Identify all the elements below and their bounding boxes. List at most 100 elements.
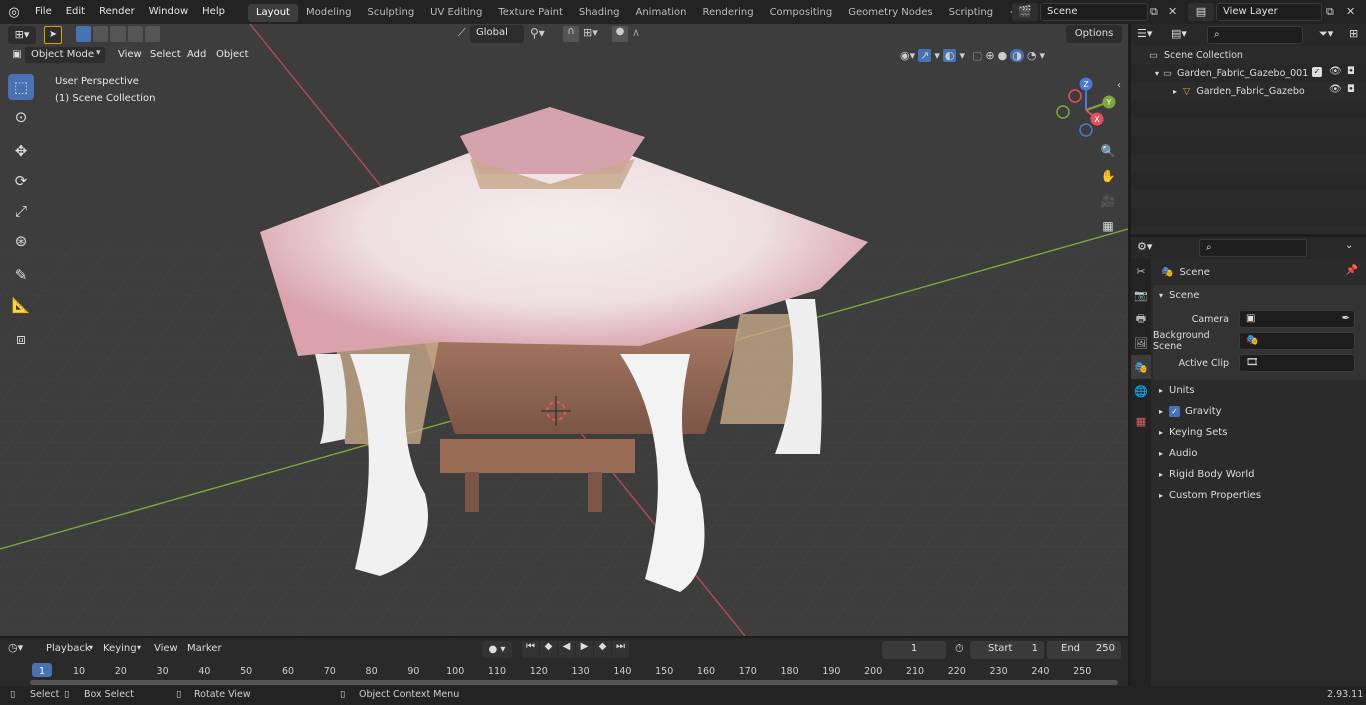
select-tool-icon[interactable]: ➤ — [44, 26, 62, 44]
sidebar-toggle-icon[interactable]: ‹ — [1117, 80, 1121, 91]
rendered-shading-icon[interactable]: ◔ — [1027, 49, 1037, 62]
background-scene-field[interactable]: 🎭 — [1239, 332, 1355, 350]
timeline-editor-type-icon[interactable]: ◷▾ — [8, 641, 23, 654]
scale-tool-icon[interactable]: ⤢ — [8, 198, 34, 224]
outliner-row-gazebo-collection[interactable]: ▾ ▭ Garden_Fabric_Gazebo_001 ✓ 👁 ◘ — [1131, 64, 1366, 82]
pivot-point-icon[interactable]: ⚲▾ — [530, 26, 545, 40]
custom-properties-panel[interactable]: ▸ Custom Properties — [1153, 485, 1366, 506]
tab-modeling[interactable]: Modeling — [298, 4, 360, 22]
keying-sets-panel[interactable]: ▸ Keying Sets — [1153, 422, 1366, 443]
visibility-icon[interactable]: ◉▾ — [900, 49, 915, 62]
play-icon[interactable]: ▶ — [576, 641, 593, 658]
properties-editor-type-icon[interactable]: ⚙▾ — [1137, 240, 1152, 253]
snap-target-icon[interactable]: ⊞▾ — [583, 26, 598, 39]
select-intersect-icon[interactable] — [144, 26, 161, 42]
tab-geometry-nodes[interactable]: Geometry Nodes — [840, 4, 940, 22]
gravity-panel[interactable]: ▸ ✓ Gravity — [1153, 401, 1366, 422]
menu-file[interactable]: File — [28, 0, 59, 24]
proportional-edit-icon[interactable]: ● — [612, 26, 628, 42]
view-layer-selector[interactable]: ▤ — [1188, 3, 1214, 21]
tab-scripting[interactable]: Scripting — [941, 4, 1001, 22]
texture-tab-icon[interactable]: ▦ — [1131, 409, 1151, 433]
move-tool-icon[interactable]: ✥ — [8, 138, 34, 164]
overlay-toggle-icon[interactable]: ◐ — [942, 48, 957, 62]
tab-sculpting[interactable]: Sculpting — [359, 4, 422, 22]
select-set-icon[interactable] — [76, 26, 92, 42]
jump-start-icon[interactable]: ⏮ — [522, 641, 539, 658]
measure-tool-icon[interactable]: 📐 — [8, 292, 34, 318]
blender-logo-icon[interactable]: ◎ — [0, 5, 28, 20]
object-visibility-eye-icon[interactable]: 👁 — [1329, 84, 1342, 95]
select-box-tool-icon[interactable]: ⬚ — [8, 74, 34, 100]
next-keyframe-icon[interactable]: ◆ — [594, 641, 611, 658]
select-subtract-icon[interactable] — [110, 26, 126, 42]
timeline[interactable]: ◷▾ Playback ▾ Keying ▾ View Marker ● ▾ ⏮… — [0, 638, 1128, 686]
rotate-tool-icon[interactable]: ⟳ — [8, 168, 34, 194]
outliner-row-gazebo-object[interactable]: ▸ ▽ Garden_Fabric_Gazebo 👁 ◘ — [1131, 82, 1366, 100]
view-layer-remove-icon[interactable]: ✕ — [1346, 3, 1360, 21]
scene-remove-icon[interactable]: ✕ — [1168, 3, 1182, 21]
outliner-search-input[interactable]: ⌕ — [1207, 26, 1303, 44]
current-frame-field[interactable]: 1 — [882, 641, 946, 659]
menu-object[interactable]: Object — [216, 49, 249, 60]
menu-window[interactable]: Window — [142, 0, 195, 24]
tab-compositing[interactable]: Compositing — [762, 4, 841, 22]
menu-select[interactable]: Select — [150, 49, 181, 60]
xray-toggle-icon[interactable]: ▢ — [972, 49, 982, 62]
properties-options-icon[interactable]: ⌄ — [1345, 240, 1353, 251]
timeline-view-menu[interactable]: View — [154, 643, 178, 654]
transform-tool-icon[interactable]: ⊛ — [8, 228, 34, 254]
tool-tab-icon[interactable]: ✂ — [1131, 259, 1151, 283]
tab-rendering[interactable]: Rendering — [694, 4, 761, 22]
selection-mode-icons[interactable] — [76, 26, 161, 44]
camera-view-icon[interactable]: 🎥 — [1097, 190, 1119, 212]
annotate-tool-icon[interactable]: ✎ — [8, 262, 34, 288]
scene-copy-icon[interactable]: ⧉ — [1150, 3, 1166, 21]
tab-layout[interactable]: Layout — [247, 4, 298, 22]
add-cube-tool-icon[interactable]: ⧈ — [8, 326, 34, 352]
render-camera-icon[interactable]: ◘ — [1347, 66, 1355, 77]
menu-help[interactable]: Help — [195, 0, 232, 24]
outliner-display-mode-icon[interactable]: ▤▾ — [1171, 27, 1187, 40]
menu-edit[interactable]: Edit — [59, 0, 92, 24]
expand-down-icon[interactable]: ▾ — [1155, 69, 1159, 78]
menu-render[interactable]: Render — [92, 0, 142, 24]
wireframe-shading-icon[interactable]: ⊕ — [985, 49, 994, 62]
tab-animation[interactable]: Animation — [628, 4, 695, 22]
exclude-checkbox-icon[interactable]: ✓ — [1312, 67, 1322, 77]
jump-end-icon[interactable]: ⏭ — [612, 641, 629, 658]
mode-icon[interactable]: ▣ — [10, 46, 24, 64]
material-shading-icon[interactable]: ◑ — [1010, 48, 1024, 62]
timeline-scrollbar[interactable] — [30, 680, 1118, 685]
playback-menu[interactable]: Playback — [46, 643, 91, 654]
tab-uv-editing[interactable]: UV Editing — [422, 4, 490, 22]
options-button[interactable]: Options — [1066, 25, 1122, 43]
object-mode-dropdown[interactable]: Object Mode — [24, 46, 106, 64]
view-layer-tab-icon[interactable]: 🖼 — [1131, 331, 1151, 355]
gizmo-dropdown-icon[interactable]: ▾ — [934, 49, 940, 62]
expand-right-icon[interactable]: ▸ — [1173, 87, 1177, 96]
record-button[interactable]: ● ▾ — [482, 641, 512, 658]
audio-panel[interactable]: ▸ Audio — [1153, 443, 1366, 464]
output-tab-icon[interactable]: 🖶 — [1131, 307, 1151, 331]
start-frame-field[interactable]: Start 1 — [970, 641, 1044, 659]
menu-view[interactable]: View — [118, 49, 142, 60]
pin-icon[interactable]: 📌 — [1346, 265, 1358, 276]
gizmo-toggle-icon[interactable]: ↗ — [918, 48, 932, 62]
scene-field[interactable]: Scene — [1040, 3, 1148, 21]
tab-texture-paint[interactable]: Texture Paint — [490, 4, 571, 22]
tab-shading[interactable]: Shading — [571, 4, 628, 22]
cursor-tool-icon[interactable]: ⊙ — [8, 104, 34, 130]
visibility-eye-icon[interactable]: 👁 — [1329, 66, 1342, 77]
navigation-gizmo[interactable]: Z Y X — [1052, 72, 1122, 142]
rigid-body-world-panel[interactable]: ▸ Rigid Body World — [1153, 464, 1366, 485]
shading-dropdown-icon[interactable]: ▾ — [1039, 49, 1045, 62]
filter-icon[interactable]: ⏷▾ — [1319, 27, 1333, 41]
outliner-editor-type-icon[interactable]: ☰▾ — [1137, 27, 1152, 40]
stopwatch-icon[interactable]: ⏱ — [955, 642, 964, 656]
view-layer-copy-icon[interactable]: ⧉ — [1326, 3, 1342, 21]
end-frame-field[interactable]: End 250 — [1047, 641, 1121, 659]
solid-shading-icon[interactable]: ● — [998, 49, 1008, 62]
select-extend-icon[interactable] — [93, 26, 109, 42]
camera-field[interactable]: ▣ ✒ — [1239, 310, 1355, 328]
